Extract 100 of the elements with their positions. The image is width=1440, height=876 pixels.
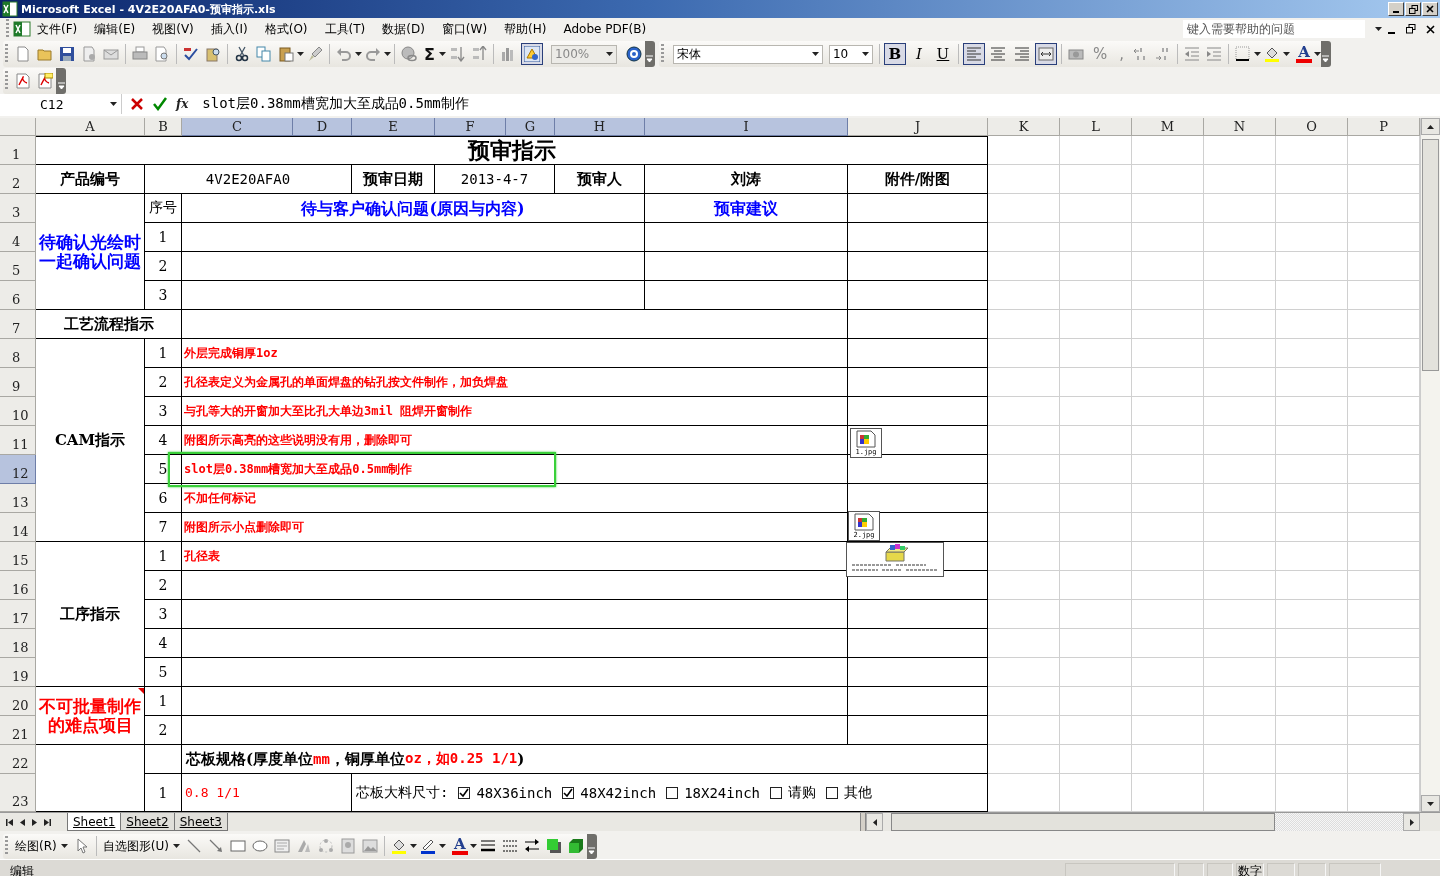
menu-item[interactable]: 文件(F)	[31, 18, 84, 40]
menu-item[interactable]: 视图(V)	[146, 18, 200, 40]
print-icon[interactable]	[132, 46, 148, 62]
split-handle[interactable]	[860, 813, 866, 831]
line-style-icon[interactable]	[479, 838, 496, 854]
column-header[interactable]: A	[36, 118, 145, 136]
caret-icon[interactable]	[861, 52, 869, 56]
autoshapes-menu[interactable]: 自选图形(U)	[99, 837, 183, 855]
pdf-email-icon[interactable]	[37, 73, 53, 89]
column-header[interactable]: J	[848, 118, 988, 136]
row-header[interactable]: 9	[0, 368, 36, 397]
borders-icon[interactable]	[1235, 46, 1251, 62]
font-dropdown[interactable]: 宋体	[672, 44, 823, 64]
checkbox[interactable]	[562, 786, 575, 799]
row-header[interactable]: 20	[0, 687, 36, 716]
hyperlink-icon[interactable]	[401, 46, 417, 62]
caret-icon[interactable]	[438, 52, 446, 56]
menu-item[interactable]: 数据(D)	[376, 18, 431, 40]
column-header[interactable]: C	[182, 118, 293, 136]
insert-function-button[interactable]: fx	[176, 97, 189, 111]
caret-icon[interactable]	[110, 102, 117, 106]
oval-icon[interactable]	[251, 838, 268, 854]
workbook-restore-icon[interactable]	[1406, 24, 1416, 34]
row-header[interactable]: 21	[0, 716, 36, 745]
row-header[interactable]: 23	[0, 774, 36, 812]
cut-icon[interactable]	[234, 46, 250, 62]
toolbar-options-icon[interactable]	[588, 844, 596, 855]
line-icon[interactable]	[185, 838, 202, 854]
previous-sheet-icon[interactable]	[20, 818, 25, 826]
column-header[interactable]: F	[435, 118, 506, 136]
row-header[interactable]: 13	[0, 484, 36, 513]
column-header[interactable]: B	[145, 118, 182, 136]
left-arrow-icon[interactable]	[872, 818, 877, 826]
fill-color-icon[interactable]	[1264, 46, 1280, 62]
line-color-icon[interactable]	[419, 838, 436, 854]
paste-icon[interactable]	[278, 46, 294, 62]
row-header[interactable]: 8	[0, 339, 36, 368]
toolbar-options-icon[interactable]	[646, 53, 654, 63]
close-icon[interactable]	[1426, 5, 1434, 13]
checkbox[interactable]	[458, 786, 471, 799]
scroll-up-button[interactable]	[1421, 118, 1440, 135]
sort-descending-icon[interactable]	[470, 46, 487, 62]
row-header[interactable]: 17	[0, 600, 36, 629]
caret-icon[interactable]	[355, 52, 362, 56]
dash-style-icon[interactable]	[501, 838, 518, 854]
worksheet-menu-icon[interactable]	[13, 21, 31, 37]
first-sheet-icon[interactable]	[6, 818, 13, 826]
arrow-style-icon[interactable]	[523, 838, 540, 854]
sheet-tab[interactable]: Sheet3	[173, 813, 228, 831]
bold-button[interactable]: B	[883, 43, 906, 65]
pdf-convert-icon[interactable]	[15, 73, 31, 89]
caret-icon[interactable]	[1254, 52, 1261, 56]
checkbox[interactable]	[770, 786, 782, 799]
toolbar-options-icon[interactable]	[1322, 53, 1330, 63]
drawing-toggle-icon[interactable]	[523, 46, 540, 62]
print-preview-icon[interactable]	[154, 46, 170, 62]
right-arrow-icon[interactable]	[1409, 818, 1414, 826]
formula-field[interactable]: slot层0.38mm槽宽加大至成品0.5mm制作	[196, 94, 469, 114]
caret-icon[interactable]	[469, 844, 477, 848]
scrollbar-thumb[interactable]	[1422, 139, 1439, 371]
3d-style-icon[interactable]	[567, 838, 584, 854]
row-header[interactable]: 6	[0, 281, 36, 310]
row-header[interactable]: 18	[0, 629, 36, 658]
sheet-tab[interactable]: Sheet1	[67, 813, 122, 831]
scroll-right-button[interactable]	[1403, 813, 1420, 831]
shadow-style-icon[interactable]	[545, 838, 562, 854]
decrease-indent-icon[interactable]	[1184, 46, 1200, 62]
caret-icon[interactable]	[1375, 27, 1382, 31]
row-header[interactable]: 15	[0, 542, 36, 571]
scroll-left-button[interactable]	[866, 813, 883, 831]
underline-button[interactable]: U	[931, 43, 954, 65]
research-icon[interactable]	[205, 46, 221, 62]
caret-icon[interactable]	[384, 52, 391, 56]
caret-icon[interactable]	[605, 52, 613, 56]
row-header[interactable]: 22	[0, 745, 36, 774]
caret-icon[interactable]	[1283, 52, 1290, 56]
menu-item[interactable]: Adobe PDF(B)	[557, 20, 653, 38]
column-header[interactable]: K	[988, 118, 1060, 136]
row-header[interactable]: 19	[0, 658, 36, 687]
insert-picture-icon[interactable]	[361, 838, 378, 854]
caret-icon[interactable]	[172, 844, 180, 848]
save-icon[interactable]	[59, 46, 75, 62]
row-header[interactable]: 7	[0, 310, 36, 339]
scrollbar-thumb[interactable]	[891, 813, 1275, 831]
minimize-button[interactable]	[1388, 2, 1404, 16]
fill-color-icon[interactable]	[390, 838, 407, 854]
up-arrow-icon[interactable]	[1427, 124, 1434, 129]
toolbar-options-icon[interactable]	[57, 80, 65, 90]
menu-item[interactable]: 插入(I)	[204, 18, 254, 40]
font-color-button[interactable]: A	[1296, 45, 1312, 63]
column-header[interactable]: P	[1348, 118, 1420, 136]
close-button[interactable]	[1422, 2, 1438, 16]
row-header[interactable]: 1	[0, 136, 36, 165]
column-header[interactable]: N	[1204, 118, 1276, 136]
menu-item[interactable]: 窗口(W)	[435, 18, 494, 40]
help-icon[interactable]	[625, 46, 642, 62]
down-arrow-icon[interactable]	[1427, 801, 1434, 806]
spelling-check-icon[interactable]	[183, 46, 199, 62]
font-size-dropdown[interactable]: 10	[828, 44, 873, 64]
chart-icon[interactable]	[499, 46, 516, 62]
